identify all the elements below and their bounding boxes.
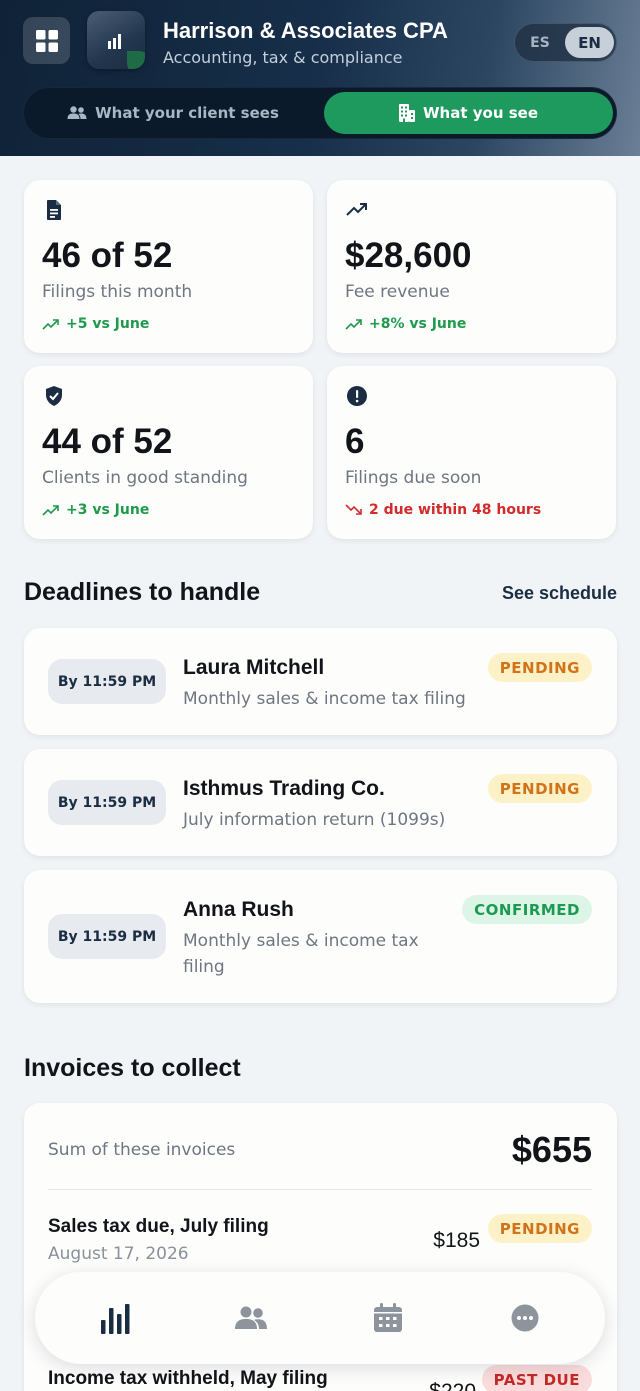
stat-card-filings[interactable]: 46 of 52 Filings this month +5 vs June [24,180,313,353]
stat-trend: +3 vs June [42,502,149,518]
dashboard-icon [101,1304,130,1334]
trend-down-icon [345,504,362,515]
deadlines-title: Deadlines to handle [24,578,261,606]
deadline-time: By 11:59 PM [48,659,166,704]
deadline-time: By 11:59 PM [48,914,166,959]
firm-name: Harrison & Associates CPA [163,18,448,43]
stat-card-clients[interactable]: 44 of 52 Clients in good standing +3 vs … [24,366,313,539]
stat-card-due-soon[interactable]: 6 Filings due soon 2 due within 48 hours [327,366,616,539]
language-option-en[interactable]: EN [565,27,614,58]
view-self-tab[interactable]: What you see [324,92,613,134]
status-badge: CONFIRMED [462,895,592,924]
view-client-label: What your client sees [95,104,279,122]
status-badge: PENDING [487,653,592,682]
bar-chart-logo-icon [108,34,121,49]
bottom-navigation [35,1272,605,1364]
deadline-client-name: Laura Mitchell [183,656,325,679]
stat-value: 6 [345,422,365,461]
stat-value: 46 of 52 [42,236,173,275]
grid-icon [35,29,58,52]
deadline-item[interactable]: By 11:59 PM Laura Mitchell Monthly sales… [24,628,617,735]
stat-trend: 2 due within 48 hours [345,502,541,518]
document-icon [47,200,61,220]
view-self-label: What you see [423,104,538,122]
clients-icon [235,1306,267,1329]
stat-label: Filings due soon [345,468,482,488]
invoice-title: Sales tax due, July filing [48,1216,269,1237]
invoices-title: Invoices to collect [24,1054,241,1082]
stat-card-revenue[interactable]: $28,600 Fee revenue +8% vs June [327,180,616,353]
nav-clients[interactable] [227,1294,275,1342]
building-icon [399,104,415,122]
stat-label: Filings this month [42,282,193,302]
calendar-icon [374,1303,402,1332]
deadline-time: By 11:59 PM [48,780,166,825]
status-badge: PENDING [487,774,592,803]
stat-trend-text: 2 due within 48 hours [369,502,542,518]
view-toggle: What your client sees What you see [23,87,617,139]
stat-label: Clients in good standing [42,468,248,488]
trend-up-icon [42,319,59,330]
divider [48,1189,592,1190]
view-client-tab[interactable]: What your client sees [28,92,318,134]
deadline-client-name: Isthmus Trading Co. [183,777,385,800]
firm-logo [87,11,145,69]
language-toggle: ES EN [514,23,617,62]
alert-circle-icon [347,386,367,406]
language-option-es[interactable]: ES [519,27,561,58]
shield-check-icon [46,386,62,406]
deadline-item[interactable]: By 11:59 PM Anna Rush Monthly sales & in… [24,870,617,1003]
see-schedule-link[interactable]: See schedule [502,583,617,604]
deadline-description: Monthly sales & income tax filing [183,689,466,709]
leaf-icon [127,51,145,69]
deadline-description: Monthly sales & income tax filing [183,931,419,977]
stat-label: Fee revenue [345,282,450,302]
invoices-sum-value: $655 [511,1129,592,1170]
more-icon [511,1304,539,1332]
invoice-title: Income tax withheld, May filing [48,1368,328,1389]
invoice-amount: $185 [433,1229,480,1252]
firm-subtitle: Accounting, tax & compliance [163,48,403,67]
stat-value: 44 of 52 [42,422,173,461]
deadline-client-name: Anna Rush [183,898,294,921]
trending-up-icon [346,203,367,216]
trend-up-icon [345,319,362,330]
status-badge: PAST DUE [481,1365,592,1391]
nav-calendar[interactable] [364,1294,412,1342]
stat-value: $28,600 [345,236,472,275]
invoice-date: August 17, 2026 [48,1244,189,1264]
stat-trend-text: +8% vs June [369,316,467,332]
invoice-amount: $220 [429,1380,476,1391]
stat-trend: +8% vs June [345,316,466,332]
deadline-description: July information return (1099s) [183,810,446,830]
stat-trend-text: +3 vs June [66,502,150,518]
apps-menu-button[interactable] [23,17,70,64]
stat-trend: +5 vs June [42,316,149,332]
nav-dashboard[interactable] [91,1294,139,1342]
nav-more[interactable] [501,1294,549,1342]
users-icon [67,106,87,119]
status-badge: PENDING [487,1214,592,1243]
deadline-item[interactable]: By 11:59 PM Isthmus Trading Co. July inf… [24,749,617,856]
trend-up-icon [42,505,59,516]
stat-trend-text: +5 vs June [66,316,150,332]
app-header: Harrison & Associates CPA Accounting, ta… [0,0,640,156]
invoices-sum-label: Sum of these invoices [48,1140,236,1160]
